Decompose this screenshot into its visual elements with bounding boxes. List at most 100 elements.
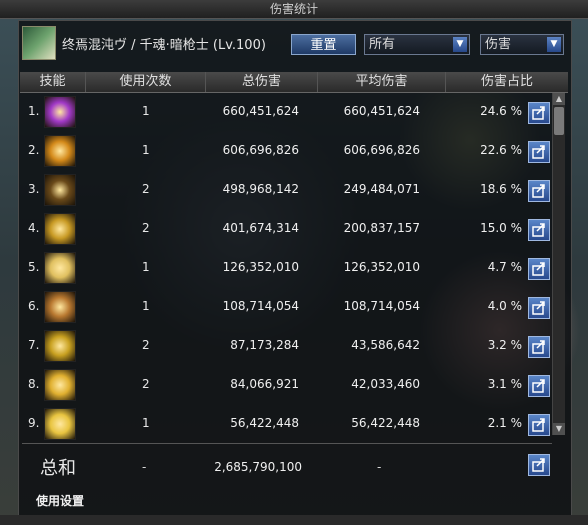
- metric-select-value: 伤害: [485, 37, 512, 52]
- share-row-button[interactable]: [528, 375, 550, 397]
- row-total: 84,066,921: [230, 377, 299, 391]
- scrollbar[interactable]: ▲ ▼: [552, 93, 565, 435]
- skill-icon: [44, 369, 76, 401]
- row-percent: 22.6 %: [480, 143, 522, 157]
- row-uses: 2: [142, 338, 150, 352]
- col-uses[interactable]: 使用次数: [86, 72, 206, 92]
- row-rank: 1.: [28, 104, 40, 118]
- row-average: 200,837,157: [343, 221, 420, 235]
- table-row: 3. 2 498,968,142 249,484,071 18.6 %: [22, 172, 552, 209]
- share-icon: [532, 184, 545, 198]
- skill-icon: [44, 135, 76, 167]
- row-percent: 2.1 %: [487, 416, 522, 430]
- reset-button[interactable]: 重置: [291, 34, 356, 55]
- share-icon: [532, 340, 545, 354]
- row-percent: 18.6 %: [480, 182, 522, 196]
- dropdown-arrow-icon: ▼: [453, 37, 467, 52]
- row-average: 108,714,054: [343, 299, 420, 313]
- scroll-thumb[interactable]: [554, 107, 564, 135]
- dropdown-arrow-icon: ▼: [547, 37, 561, 52]
- col-average[interactable]: 平均伤害: [318, 72, 446, 92]
- table-row: 8. 2 84,066,921 42,033,460 3.1 %: [22, 367, 552, 404]
- row-percent: 24.6 %: [480, 104, 522, 118]
- character-name: 终焉混沌ヴ / 千魂·暗枪士 (Lv.100): [62, 38, 266, 53]
- row-average: 42,033,460: [351, 377, 420, 391]
- row-average: 43,586,642: [351, 338, 420, 352]
- total-uses: -: [142, 460, 147, 474]
- row-rank: 5.: [28, 260, 40, 274]
- character-portrait: [22, 26, 56, 60]
- row-total: 126,352,010: [222, 260, 299, 274]
- table-row: 2. 1 606,696,826 606,696,826 22.6 %: [22, 133, 552, 170]
- table-row: 5. 1 126,352,010 126,352,010 4.7 %: [22, 250, 552, 287]
- share-row-button[interactable]: [528, 336, 550, 358]
- total-row: 总和 - 2,685,790,100 -: [22, 443, 552, 484]
- row-uses: 2: [142, 221, 150, 235]
- filter-select-value: 所有: [369, 37, 396, 52]
- row-uses: 2: [142, 182, 150, 196]
- row-total: 56,422,448: [230, 416, 299, 430]
- table-row: 4. 2 401,674,314 200,837,157 15.0 %: [22, 211, 552, 248]
- window-title: 伤害统计: [0, 0, 588, 19]
- row-percent: 3.1 %: [487, 377, 522, 391]
- share-row-button[interactable]: [528, 297, 550, 319]
- row-rank: 8.: [28, 377, 40, 391]
- share-row-button[interactable]: [528, 258, 550, 280]
- row-total: 606,696,826: [222, 143, 299, 157]
- scroll-down-icon[interactable]: ▼: [553, 423, 565, 435]
- col-share[interactable]: 伤害占比: [446, 72, 568, 92]
- row-uses: 2: [142, 377, 150, 391]
- row-rank: 2.: [28, 143, 40, 157]
- panel-header: 终焉混沌ヴ / 千魂·暗枪士 (Lv.100) 重置 所有 ▼ 伤害 ▼: [18, 22, 570, 68]
- row-uses: 1: [142, 416, 150, 430]
- row-rank: 9.: [28, 416, 40, 430]
- share-row-button[interactable]: [528, 141, 550, 163]
- table-row: 1. 1 660,451,624 660,451,624 24.6 %: [22, 94, 552, 131]
- row-percent: 3.2 %: [487, 338, 522, 352]
- column-headers: 技能 使用次数 总伤害 平均伤害 伤害占比: [20, 72, 568, 93]
- share-icon: [532, 106, 545, 120]
- share-row-button[interactable]: [528, 102, 550, 124]
- share-row-button[interactable]: [528, 219, 550, 241]
- skill-icon: [44, 252, 76, 284]
- share-icon: [532, 418, 545, 432]
- share-total-button[interactable]: [528, 454, 550, 476]
- skill-icon: [44, 213, 76, 245]
- metric-select[interactable]: 伤害 ▼: [480, 34, 564, 55]
- row-total: 108,714,054: [222, 299, 299, 313]
- row-average: 126,352,010: [343, 260, 420, 274]
- row-uses: 1: [142, 143, 150, 157]
- scroll-up-icon[interactable]: ▲: [553, 93, 565, 105]
- skill-icon: [44, 408, 76, 440]
- bottom-strip: [0, 515, 588, 525]
- share-row-button[interactable]: [528, 180, 550, 202]
- row-rank: 4.: [28, 221, 40, 235]
- col-skill[interactable]: 技能: [20, 72, 86, 92]
- row-total: 660,451,624: [222, 104, 299, 118]
- row-rank: 6.: [28, 299, 40, 313]
- row-average: 606,696,826: [343, 143, 420, 157]
- share-icon: [532, 458, 545, 472]
- total-average: -: [377, 460, 382, 474]
- row-percent: 15.0 %: [480, 221, 522, 235]
- table-row: 7. 2 87,173,284 43,586,642 3.2 %: [22, 328, 552, 365]
- row-average: 56,422,448: [351, 416, 420, 430]
- share-row-button[interactable]: [528, 414, 550, 436]
- table-row: 9. 1 56,422,448 56,422,448 2.1 %: [22, 406, 552, 443]
- usage-settings-link[interactable]: 使用设置: [36, 492, 84, 509]
- share-icon: [532, 262, 545, 276]
- share-icon: [532, 379, 545, 393]
- total-label: 总和: [40, 458, 76, 479]
- skill-icon: [44, 174, 76, 206]
- skill-icon: [44, 96, 76, 128]
- share-icon: [532, 301, 545, 315]
- row-percent: 4.7 %: [487, 260, 522, 274]
- row-rank: 7.: [28, 338, 40, 352]
- table-row: 6. 1 108,714,054 108,714,054 4.0 %: [22, 289, 552, 326]
- row-average: 249,484,071: [343, 182, 420, 196]
- total-damage: 2,685,790,100: [214, 460, 302, 474]
- filter-select[interactable]: 所有 ▼: [364, 34, 470, 55]
- col-total[interactable]: 总伤害: [206, 72, 318, 92]
- row-uses: 1: [142, 299, 150, 313]
- row-total: 498,968,142: [222, 182, 299, 196]
